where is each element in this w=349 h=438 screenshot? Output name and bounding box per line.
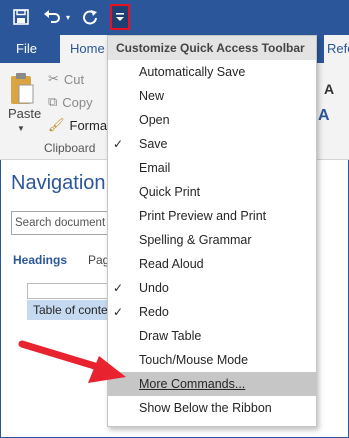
paste-icon[interactable]	[10, 73, 34, 107]
navigation-pane-title: Navigation	[11, 172, 106, 194]
tab-file[interactable]: File	[16, 35, 37, 63]
menu-item-label: More Commands...	[139, 377, 246, 391]
menu-header: Customize Quick Access Toolbar	[108, 36, 316, 60]
font-size-icon[interactable]: A	[324, 81, 334, 97]
menu-item[interactable]: Draw Table	[108, 324, 316, 348]
menu-item[interactable]: New	[108, 84, 316, 108]
menu-item[interactable]: Show Below the Ribbon	[108, 396, 316, 420]
menu-item-label: Open	[139, 113, 170, 127]
cut-label: Cut	[63, 71, 85, 87]
menu-item-label: Undo	[139, 281, 169, 295]
menu-item[interactable]: Spelling & Grammar	[108, 228, 316, 252]
menu-item[interactable]: Read Aloud	[108, 252, 316, 276]
paste-button-label[interactable]: Paste	[8, 106, 41, 121]
checkmark-icon: ✓	[113, 137, 124, 151]
menu-item[interactable]: Print Preview and Print	[108, 204, 316, 228]
menu-item-label: Draw Table	[139, 329, 202, 343]
format-painter-icon: 🖌	[48, 117, 65, 132]
copy-button[interactable]: ⧉ Copy	[48, 92, 93, 112]
clipboard-group-label: Clipboard	[44, 141, 96, 155]
format-painter-button[interactable]: 🖌 Format	[48, 115, 111, 135]
menu-item[interactable]: Open	[108, 108, 316, 132]
menu-item[interactable]: ✓ Undo	[108, 276, 316, 300]
menu-item[interactable]: More Commands...	[108, 372, 316, 396]
customize-qat-menu: Customize Quick Access Toolbar Automatic…	[107, 35, 317, 427]
copy-label: Copy	[62, 94, 93, 110]
menu-item[interactable]: ✓ Redo	[108, 300, 316, 324]
menu-item[interactable]: Email	[108, 156, 316, 180]
heading-item-toc[interactable]: Table of conte	[27, 300, 117, 320]
paste-dropdown-icon[interactable]: ▼	[17, 124, 25, 133]
redo-icon[interactable]	[80, 5, 100, 29]
menu-item-label: Read Aloud	[139, 257, 204, 271]
format-painter-label: Format	[69, 117, 111, 133]
menu-item-label: Quick Print	[139, 185, 201, 199]
title-bar: ▾	[0, 0, 349, 35]
menu-item[interactable]: ✓ Save	[108, 132, 316, 156]
menu-item-label: Email	[139, 161, 171, 175]
tab-headings[interactable]: Headings	[13, 253, 67, 267]
undo-dropdown-icon[interactable]: ▾	[63, 5, 73, 29]
menu-item-label: Save	[139, 137, 168, 151]
tab-references[interactable]: Refer	[324, 35, 349, 63]
scissors-icon: ✂	[48, 71, 59, 86]
menu-item-label: Touch/Mouse Mode	[139, 353, 249, 367]
checkmark-icon: ✓	[113, 305, 124, 319]
menu-item-label: Spelling & Grammar	[139, 233, 252, 247]
heading-item-blank[interactable]	[27, 283, 117, 299]
checkmark-icon: ✓	[113, 281, 124, 295]
menu-item[interactable]: Automatically Save	[108, 60, 316, 84]
menu-item-label: Redo	[139, 305, 169, 319]
menu-item-label: Print Preview and Print	[139, 209, 267, 223]
menu-item[interactable]: Quick Print	[108, 180, 316, 204]
menu-item-label: Show Below the Ribbon	[139, 401, 272, 415]
customize-qat-icon[interactable]	[110, 4, 130, 30]
menu-item-label: Automatically Save	[139, 65, 246, 79]
menu-item-label: New	[139, 89, 165, 103]
search-document-input[interactable]: Search document	[11, 211, 115, 235]
copy-icon: ⧉	[48, 94, 58, 109]
save-icon[interactable]	[10, 5, 32, 29]
cut-button[interactable]: ✂ Cut	[48, 69, 84, 89]
menu-item[interactable]: Touch/Mouse Mode	[108, 348, 316, 372]
text-effects-icon[interactable]: A	[318, 107, 330, 125]
undo-icon[interactable]	[42, 5, 62, 29]
